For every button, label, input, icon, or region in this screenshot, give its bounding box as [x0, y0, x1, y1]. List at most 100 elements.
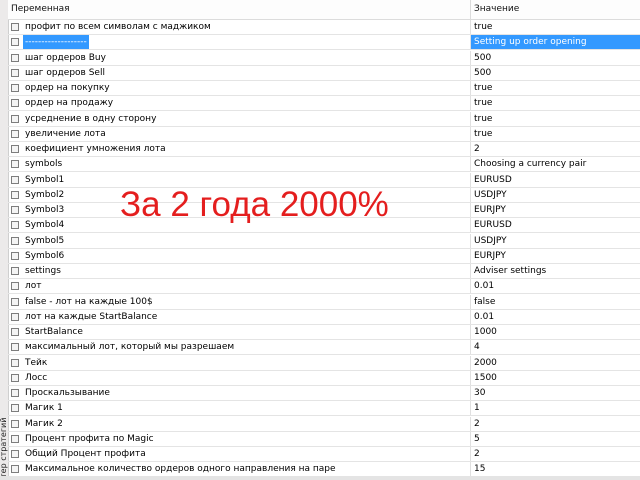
table-row[interactable]: Процент профита по Magic 5 [8, 431, 640, 447]
value-cell[interactable]: false [471, 295, 640, 309]
value-cell[interactable]: Setting up order opening [471, 35, 640, 50]
column-header-variable[interactable]: Переменная [8, 0, 471, 19]
value-cell[interactable]: 0.01 [471, 279, 640, 293]
optimize-checkbox[interactable] [11, 434, 19, 443]
variable-cell[interactable]: ордер на продажу [8, 96, 471, 111]
optimize-checkbox[interactable] [11, 465, 19, 474]
value-cell[interactable]: true [471, 20, 640, 34]
optimize-checkbox[interactable] [11, 53, 19, 62]
table-row[interactable]: Symbol6 EURJPY [8, 248, 640, 264]
table-row[interactable]: Магик 2 2 [8, 416, 640, 432]
value-cell[interactable]: 2 [471, 142, 640, 156]
optimize-checkbox[interactable] [11, 99, 19, 108]
value-cell[interactable]: 2 [471, 447, 640, 461]
value-cell[interactable]: 500 [471, 66, 640, 80]
variable-cell[interactable]: Symbol5 [8, 233, 471, 248]
value-cell[interactable]: 5 [471, 432, 640, 446]
optimize-checkbox[interactable] [11, 236, 19, 245]
table-row[interactable]: профит по всем символам с маджиком true [8, 20, 640, 35]
value-cell[interactable]: 1000 [471, 325, 640, 339]
table-row[interactable]: Лосс 1500 [8, 370, 640, 386]
variable-cell[interactable]: шаг ордеров Buy [8, 50, 471, 65]
table-row[interactable]: StartBalance 1000 [8, 325, 640, 340]
value-cell[interactable]: 2 [471, 417, 640, 431]
table-row[interactable]: ордер на покупку true [8, 81, 640, 96]
variable-cell[interactable]: StartBalance [8, 325, 471, 339]
variable-cell[interactable]: Тейк [8, 355, 471, 370]
optimize-checkbox[interactable] [11, 297, 19, 306]
value-cell[interactable]: EURJPY [471, 249, 640, 263]
value-cell[interactable]: 15 [471, 462, 640, 476]
value-cell[interactable]: Adviser settings [471, 264, 640, 278]
table-row[interactable]: шаг ордеров Sell 500 [8, 65, 640, 81]
optimize-checkbox[interactable] [11, 145, 19, 153]
variable-cell[interactable]: коефициент умножения лота [8, 142, 471, 156]
variable-cell[interactable]: Максимальное количество ордеров одного н… [8, 462, 471, 477]
optimize-checkbox[interactable] [11, 114, 19, 123]
optimize-checkbox[interactable] [11, 68, 19, 77]
table-row[interactable]: Symbol5 USDJPY [8, 233, 640, 249]
table-row[interactable]: Максимальное количество ордеров одного н… [8, 462, 640, 478]
optimize-checkbox[interactable] [11, 38, 19, 47]
optimize-checkbox[interactable] [11, 251, 19, 260]
optimize-checkbox[interactable] [11, 190, 19, 199]
table-row[interactable]: лот 0.01 [8, 279, 640, 295]
variable-cell[interactable]: максимальный лот, который мы разрешаем [8, 340, 471, 355]
table-row[interactable]: шаг ордеров Buy 500 [8, 50, 640, 66]
optimize-checkbox[interactable] [11, 450, 19, 458]
value-cell[interactable]: 4 [471, 340, 640, 354]
optimize-checkbox[interactable] [11, 84, 19, 92]
optimize-checkbox[interactable] [11, 221, 19, 230]
value-cell[interactable]: true [471, 81, 640, 95]
variable-cell[interactable]: Магик 1 [8, 401, 471, 416]
table-row[interactable]: false - лот на каждые 100$ false [8, 294, 640, 310]
variable-cell[interactable]: увеличение лота [8, 126, 471, 141]
value-cell[interactable]: Choosing a currency pair [471, 157, 640, 171]
optimize-checkbox[interactable] [11, 160, 19, 169]
optimize-checkbox[interactable] [11, 267, 19, 275]
optimize-checkbox[interactable] [11, 23, 19, 31]
optimize-checkbox[interactable] [11, 343, 19, 352]
optimize-checkbox[interactable] [11, 175, 19, 184]
value-cell[interactable]: 2000 [471, 356, 640, 370]
value-cell[interactable]: EURUSD [471, 173, 640, 187]
table-row[interactable]: Общий Процент профита 2 [8, 447, 640, 462]
variable-cell[interactable]: Проскальзывание [8, 386, 471, 400]
variable-cell[interactable]: шаг ордеров Sell [8, 65, 471, 80]
table-row[interactable]: коефициент умножения лота 2 [8, 142, 640, 157]
table-row[interactable]: Проскальзывание 30 [8, 386, 640, 401]
optimize-checkbox[interactable] [11, 328, 19, 336]
variable-cell[interactable]: Процент профита по Magic [8, 431, 471, 446]
value-cell[interactable]: 30 [471, 386, 640, 400]
optimize-checkbox[interactable] [11, 404, 19, 413]
optimize-checkbox[interactable] [11, 129, 19, 138]
value-cell[interactable]: true [471, 127, 640, 141]
table-row[interactable]: увеличение лота true [8, 126, 640, 142]
variable-cell[interactable]: settings [8, 264, 471, 278]
table-row[interactable]: ордер на продажу true [8, 96, 640, 112]
variable-cell[interactable]: ордер на покупку [8, 81, 471, 95]
optimize-checkbox[interactable] [11, 389, 19, 397]
variable-cell[interactable]: усреднение в одну сторону [8, 111, 471, 126]
variable-cell[interactable]: Symbol6 [8, 248, 471, 263]
optimize-checkbox[interactable] [11, 282, 19, 291]
table-row[interactable]: Магик 1 1 [8, 401, 640, 417]
value-cell[interactable]: true [471, 112, 640, 126]
table-row[interactable]: settings Adviser settings [8, 264, 640, 279]
variable-cell[interactable]: ------------------- [8, 35, 471, 50]
value-cell[interactable]: true [471, 96, 640, 110]
variable-cell[interactable]: Общий Процент профита [8, 447, 471, 461]
value-cell[interactable]: EURJPY [471, 203, 640, 217]
value-cell[interactable]: 500 [471, 51, 640, 65]
variable-cell[interactable]: Магик 2 [8, 416, 471, 431]
optimize-checkbox[interactable] [11, 206, 19, 214]
variable-cell[interactable]: false - лот на каждые 100$ [8, 294, 471, 309]
table-row[interactable]: лот на каждые StartBalance 0.01 [8, 309, 640, 325]
value-cell[interactable]: USDJPY [471, 234, 640, 248]
table-row[interactable]: ------------------- Setting up order open… [8, 35, 640, 51]
table-row[interactable]: symbols Choosing a currency pair [8, 157, 640, 173]
value-cell[interactable]: 1500 [471, 371, 640, 385]
table-row[interactable]: усреднение в одну сторону true [8, 111, 640, 127]
variable-cell[interactable]: лот [8, 279, 471, 294]
variable-cell[interactable]: symbols [8, 157, 471, 172]
